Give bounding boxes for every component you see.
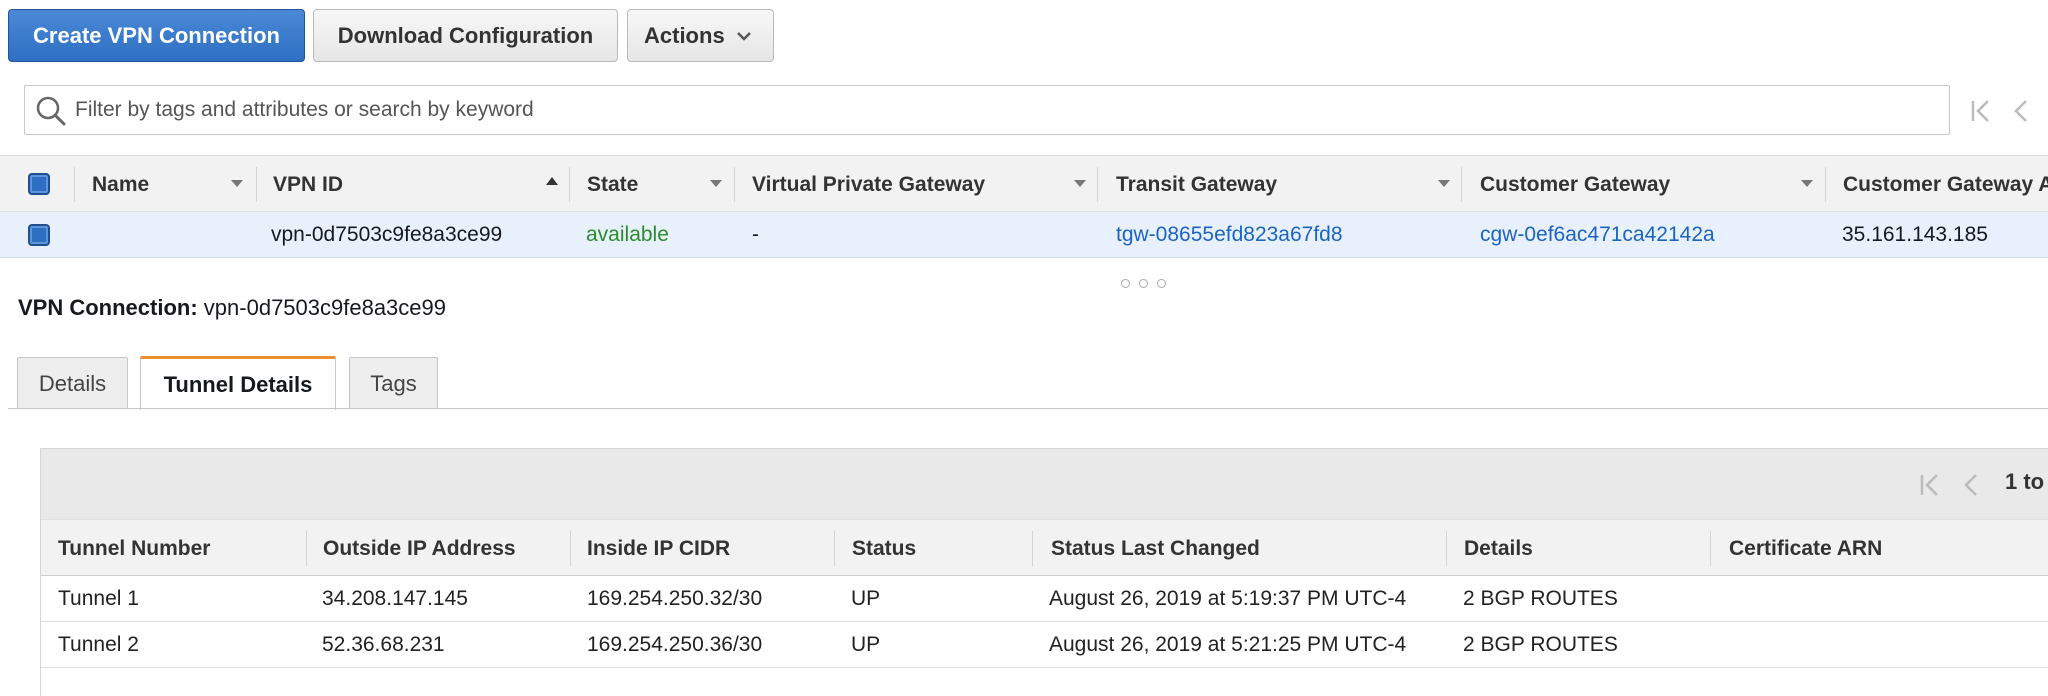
tab-tags[interactable]: Tags [349, 357, 438, 409]
row-checkbox[interactable] [28, 224, 50, 246]
previous-page-icon[interactable] [2008, 97, 2036, 125]
select-all-checkbox[interactable] [28, 173, 50, 195]
column-header-name[interactable]: Name [92, 156, 149, 213]
column-header-state[interactable]: State [587, 156, 638, 213]
column-header-status-last-changed[interactable]: Status Last Changed [1051, 520, 1260, 577]
first-page-icon[interactable] [1968, 97, 1996, 125]
cell-outside-ip-address: 52.36.68.231 [322, 632, 445, 656]
table-row[interactable]: Tunnel 2 52.36.68.231 169.254.250.36/30 … [41, 622, 2048, 668]
column-header-tunnel-number[interactable]: Tunnel Number [58, 520, 210, 577]
actions-dropdown-button[interactable]: Actions [627, 9, 774, 62]
column-header-inside-ip-cidr[interactable]: Inside IP CIDR [587, 520, 730, 577]
pagination-range-text: 1 to [2005, 469, 2045, 494]
create-vpn-connection-button[interactable]: Create VPN Connection [8, 9, 305, 62]
sort-caret-icon[interactable] [231, 180, 243, 187]
sort-caret-icon[interactable] [1074, 180, 1086, 187]
cell-status: UP [851, 632, 881, 656]
detail-title-label: VPN Connection: [18, 295, 198, 320]
actions-label: Actions [644, 22, 725, 48]
column-header-virtual-private-gateway[interactable]: Virtual Private Gateway [752, 156, 985, 213]
cell-outside-ip-address: 34.208.147.145 [322, 586, 468, 610]
table-row[interactable]: vpn-0d7503c9fe8a3ce99 available - tgw-08… [0, 212, 2048, 258]
cell-tunnel-number: Tunnel 1 [58, 586, 139, 610]
cell-status-last-changed: August 26, 2019 at 5:19:37 PM UTC-4 [1049, 586, 1407, 610]
cell-state: available [586, 223, 669, 246]
cell-virtual-private-gateway: - [752, 223, 759, 246]
cell-details: 2 BGP ROUTES [1463, 632, 1618, 656]
column-header-customer-gateway[interactable]: Customer Gateway [1480, 156, 1670, 213]
cell-details: 2 BGP ROUTES [1463, 586, 1618, 610]
cell-inside-ip-cidr: 169.254.250.36/30 [587, 632, 763, 656]
column-header-status[interactable]: Status [852, 520, 916, 577]
tunnel-details-table: 1 to Tunnel Number Outside IP Address In… [40, 448, 2048, 696]
cell-inside-ip-cidr: 169.254.250.32/30 [587, 586, 763, 610]
download-configuration-button[interactable]: Download Configuration [313, 9, 618, 62]
detail-title-value: vpn-0d7503c9fe8a3ce99 [203, 295, 447, 320]
cell-tunnel-number: Tunnel 2 [58, 632, 139, 656]
search-bar [24, 85, 1950, 135]
cell-customer-gateway-address: 35.161.143.185 [1842, 223, 1988, 246]
transit-gateway-link[interactable]: tgw-08655efd823a67fd8 [1116, 212, 1343, 258]
tunnel-pagination-bar: 1 to [41, 449, 2048, 519]
column-header-outside-ip-address[interactable]: Outside IP Address [323, 520, 516, 577]
customer-gateway-link[interactable]: cgw-0ef6ac471ca42142a [1480, 212, 1715, 258]
column-header-details[interactable]: Details [1464, 520, 1533, 577]
column-header-vpn-id[interactable]: VPN ID [273, 156, 343, 213]
cell-status-last-changed: August 26, 2019 at 5:21:25 PM UTC-4 [1049, 632, 1407, 656]
sort-ascending-icon[interactable] [546, 177, 558, 185]
detail-title: VPN Connection: vpn-0d7503c9fe8a3ce99 [18, 295, 446, 321]
sort-caret-icon[interactable] [710, 180, 722, 187]
tunnel-table-header: Tunnel Number Outside IP Address Inside … [41, 519, 2048, 576]
sort-caret-icon[interactable] [1801, 180, 1813, 187]
tab-divider [8, 408, 2048, 409]
column-header-certificate-arn[interactable]: Certificate ARN [1729, 520, 1882, 577]
cell-vpn-id: vpn-0d7503c9fe8a3ce99 [271, 223, 503, 246]
tab-tunnel-details[interactable]: Tunnel Details [140, 356, 336, 410]
connections-table-header: Name VPN ID State Virtual Private Gatewa… [0, 155, 2048, 212]
sort-caret-icon[interactable] [1438, 180, 1450, 187]
tab-details[interactable]: Details [17, 357, 128, 409]
first-page-icon[interactable] [1917, 471, 1945, 499]
chevron-down-icon [736, 31, 751, 41]
table-row[interactable]: Tunnel 1 34.208.147.145 169.254.250.32/3… [41, 576, 2048, 622]
search-input[interactable] [73, 86, 1933, 134]
panel-resize-handle[interactable] [1121, 279, 1166, 288]
cell-status: UP [851, 586, 881, 610]
column-header-customer-gateway-address[interactable]: Customer Gateway A [1843, 156, 2048, 213]
column-header-transit-gateway[interactable]: Transit Gateway [1116, 156, 1277, 213]
previous-page-icon[interactable] [1958, 471, 1986, 499]
search-icon [36, 96, 66, 126]
